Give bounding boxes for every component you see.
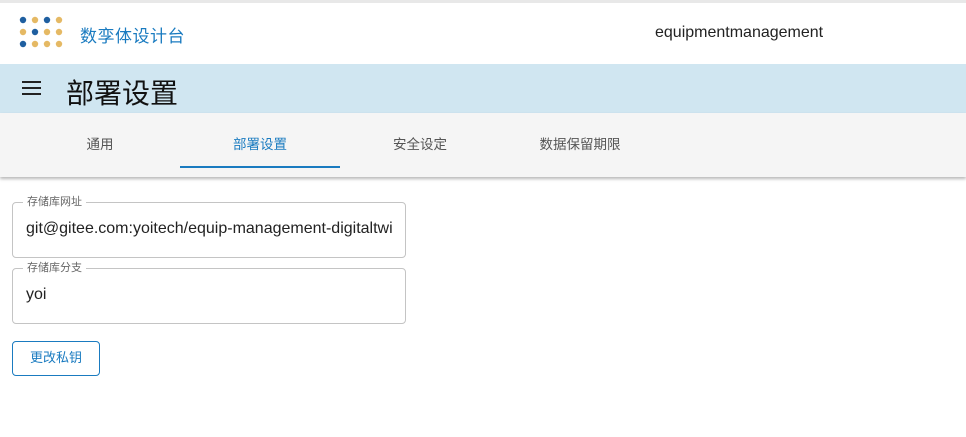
active-tab-indicator — [180, 166, 340, 168]
repo-branch-input[interactable]: yoi — [26, 286, 396, 308]
tab-security-settings[interactable]: 安全设定 — [340, 113, 500, 169]
dots-grid-logo-icon[interactable] — [19, 16, 67, 50]
repo-url-input[interactable]: git@gitee.com:yoitech/equip-management-d… — [26, 220, 396, 242]
repo-branch-label: 存储库分支 — [23, 261, 86, 275]
settings-tabs: 通用 部署设置 安全设定 数据保留期限 — [0, 113, 966, 177]
app-header: 数孪体设计台 equipmentmanagement — [0, 3, 966, 64]
change-private-key-button[interactable]: 更改私钥 — [12, 341, 100, 376]
page-title: 部署设置 — [66, 77, 179, 110]
repo-url-label: 存储库网址 — [23, 195, 86, 209]
hamburger-menu-icon[interactable] — [22, 81, 42, 97]
page-titlebar: 部署设置 — [0, 64, 966, 113]
app-title[interactable]: 数孪体设计台 — [80, 22, 185, 47]
tab-deployment-settings[interactable]: 部署设置 — [180, 113, 340, 169]
repo-branch-field: 存储库分支 yoi — [12, 261, 406, 324]
repo-url-field: 存储库网址 git@gitee.com:yoitech/equip-manage… — [12, 195, 406, 258]
tab-data-retention[interactable]: 数据保留期限 — [500, 113, 660, 169]
tab-general[interactable]: 通用 — [20, 113, 180, 169]
project-name: equipmentmanagement — [655, 24, 824, 41]
